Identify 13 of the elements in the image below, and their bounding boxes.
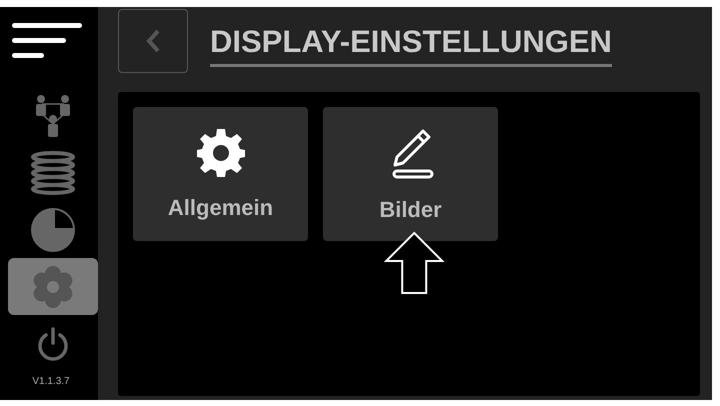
page-title: DISPLAY-EINSTELLUNGEN [210, 24, 612, 66]
stack-icon[interactable] [31, 150, 75, 194]
back-icon [146, 29, 160, 52]
menu-icon[interactable] [12, 23, 82, 58]
people-icon[interactable] [36, 94, 70, 136]
version-label: V1.1.3.7 [32, 376, 70, 387]
tile-button[interactable]: Allgemein [133, 107, 308, 241]
back-button[interactable] [118, 8, 188, 72]
power-icon[interactable] [38, 326, 68, 360]
tile-button[interactable]: Bilder [323, 107, 498, 241]
edit-icon [392, 130, 433, 178]
pie-chart-icon[interactable] [31, 208, 75, 252]
gear-icon [196, 129, 244, 177]
